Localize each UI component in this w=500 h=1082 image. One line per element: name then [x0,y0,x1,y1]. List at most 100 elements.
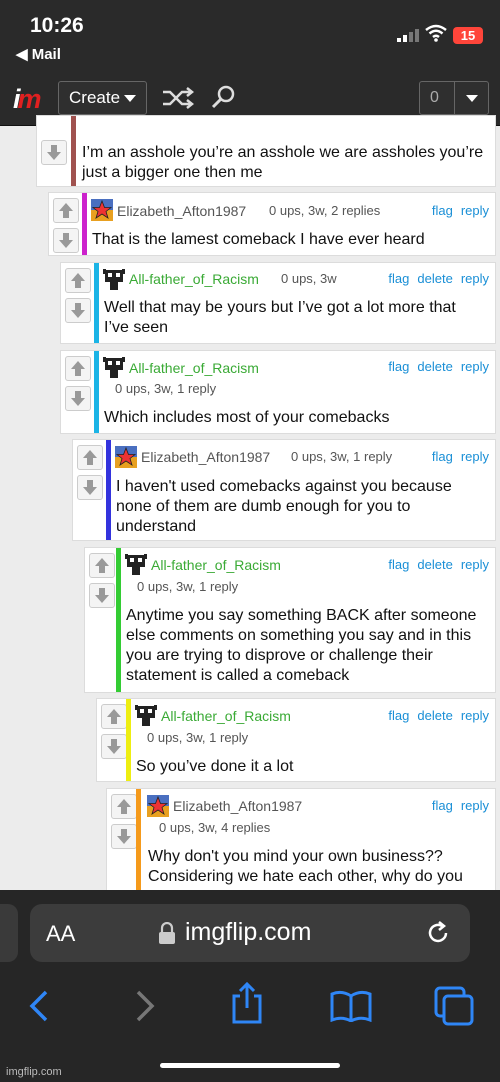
comment-text: I haven't used comebacks against you bec… [116,478,452,535]
tabs-icon[interactable] [434,986,476,1026]
status-time: 10:26 [30,14,84,37]
comment-username[interactable]: All-father_of_Racism [129,271,259,287]
comment: All-father_of_Racism 0 ups, 3w flag delet… [60,262,496,344]
comment-meta: 0 ups, 3w, 1 reply [137,579,239,594]
comment: I’m an asshole you’re an asshole we are … [36,115,496,187]
downvote-button[interactable] [53,228,79,253]
comment-username[interactable]: Elizabeth_Afton1987 [141,449,270,465]
flag-link[interactable]: flag [388,557,409,572]
downvote-button[interactable] [77,475,103,500]
delete-link[interactable]: delete [417,708,452,723]
comment-actions: flag delete reply [380,557,489,572]
comment-text: So you’ve done it a lot [136,758,294,775]
comment-actions: flag delete reply [380,708,489,723]
comment-text: Well that may be yours but I’ve got a lo… [104,299,456,336]
reply-link[interactable]: reply [461,271,489,286]
downvote-button[interactable] [65,386,91,411]
downvote-button[interactable] [41,140,67,165]
bookmarks-icon[interactable] [330,990,372,1022]
upvote-button[interactable] [65,268,91,293]
upvote-button[interactable] [53,198,79,223]
chevron-down-icon [466,95,478,102]
comment-meta: 0 ups, 3w, 1 reply [147,730,249,745]
reply-link[interactable]: reply [461,708,489,723]
flag-link[interactable]: flag [388,271,409,286]
notification-count: 0 [430,89,439,106]
reply-link[interactable]: reply [461,359,489,374]
comment-username[interactable]: All-father_of_Racism [129,360,259,376]
reply-link[interactable]: reply [461,798,489,813]
flag-link[interactable]: flag [388,359,409,374]
reply-link[interactable]: reply [461,449,489,464]
avatar[interactable] [103,269,125,291]
upvote-button[interactable] [101,704,127,729]
signal-icon [397,28,419,42]
avatar[interactable] [135,705,157,727]
forward-icon[interactable] [134,990,156,1022]
avatar[interactable] [103,357,125,379]
status-bar: 10:26 ◀ Mail 15 [0,0,500,70]
comment-username[interactable]: All-father_of_Racism [161,708,291,724]
share-icon[interactable] [230,982,264,1024]
imgflip-watermark: imgflip.com [6,1066,62,1078]
flag-link[interactable]: flag [388,708,409,723]
upvote-button[interactable] [111,794,137,819]
search-icon[interactable] [211,84,237,110]
avatar[interactable] [91,199,113,221]
avatar[interactable] [147,795,169,817]
shuffle-icon[interactable] [162,87,194,109]
delete-link[interactable]: delete [417,271,452,286]
thread-color-bar [94,263,99,343]
chevron-down-icon [124,95,136,102]
comment-actions: flag delete reply [380,271,489,286]
url-domain: imgflip.com [185,918,312,946]
reload-icon[interactable] [425,920,451,946]
back-icon[interactable] [28,990,50,1022]
reader-options-button[interactable]: AA [46,921,75,947]
reply-link[interactable]: reply [461,557,489,572]
wifi-icon [425,24,447,42]
thread-color-bar [94,351,99,433]
comment-meta: 0 ups, 3w, 1 reply [115,381,217,396]
notifications-dropdown[interactable]: 0 [419,81,489,115]
upvote-button[interactable] [89,553,115,578]
thread-color-bar [82,193,87,255]
comment-meta: 0 ups, 3w [281,271,337,286]
comment-text: Which includes most of your comebacks [104,409,390,426]
delete-link[interactable]: delete [417,359,452,374]
comment-username[interactable]: Elizabeth_Afton1987 [117,203,246,219]
home-indicator [160,1063,340,1068]
create-dropdown[interactable]: Create [58,81,147,115]
avatar[interactable] [125,554,147,576]
downvote-button[interactable] [89,583,115,608]
imgflip-logo[interactable]: im [13,84,42,115]
address-bar[interactable]: AA imgflip.com [30,904,470,962]
reply-link[interactable]: reply [461,203,489,218]
thread-color-bar [116,548,121,692]
upvote-button[interactable] [65,356,91,381]
previous-tab-stub[interactable] [0,904,18,962]
delete-link[interactable]: delete [417,557,452,572]
thread-color-bar [71,116,76,186]
lock-icon [159,922,175,944]
comment-meta: 0 ups, 3w, 1 reply [291,449,393,464]
comment-meta: 0 ups, 3w, 2 replies [269,203,381,218]
flag-link[interactable]: flag [432,798,453,813]
back-to-mail-link[interactable]: ◀ Mail [16,45,61,63]
avatar[interactable] [115,446,137,468]
flag-link[interactable]: flag [432,203,453,218]
flag-link[interactable]: flag [432,449,453,464]
comment: Elizabeth_Afton1987 0 ups, 3w, 1 reply f… [72,439,496,541]
comment-username[interactable]: All-father_of_Racism [151,557,281,573]
comment-actions: flag reply [424,449,489,464]
upvote-button[interactable] [77,445,103,470]
downvote-button[interactable] [111,824,137,849]
comment: All-father_of_Racism flag delete reply 0 u… [84,547,496,693]
downvote-button[interactable] [101,734,127,759]
comment: All-father_of_Racism flag delete reply 0 u… [96,698,496,782]
thread-color-bar [126,699,131,781]
comment: Elizabeth_Afton1987 0 ups, 3w, 2 replies… [48,192,496,256]
thread-color-bar [106,440,111,540]
downvote-button[interactable] [65,298,91,323]
comment-username[interactable]: Elizabeth_Afton1987 [173,798,302,814]
